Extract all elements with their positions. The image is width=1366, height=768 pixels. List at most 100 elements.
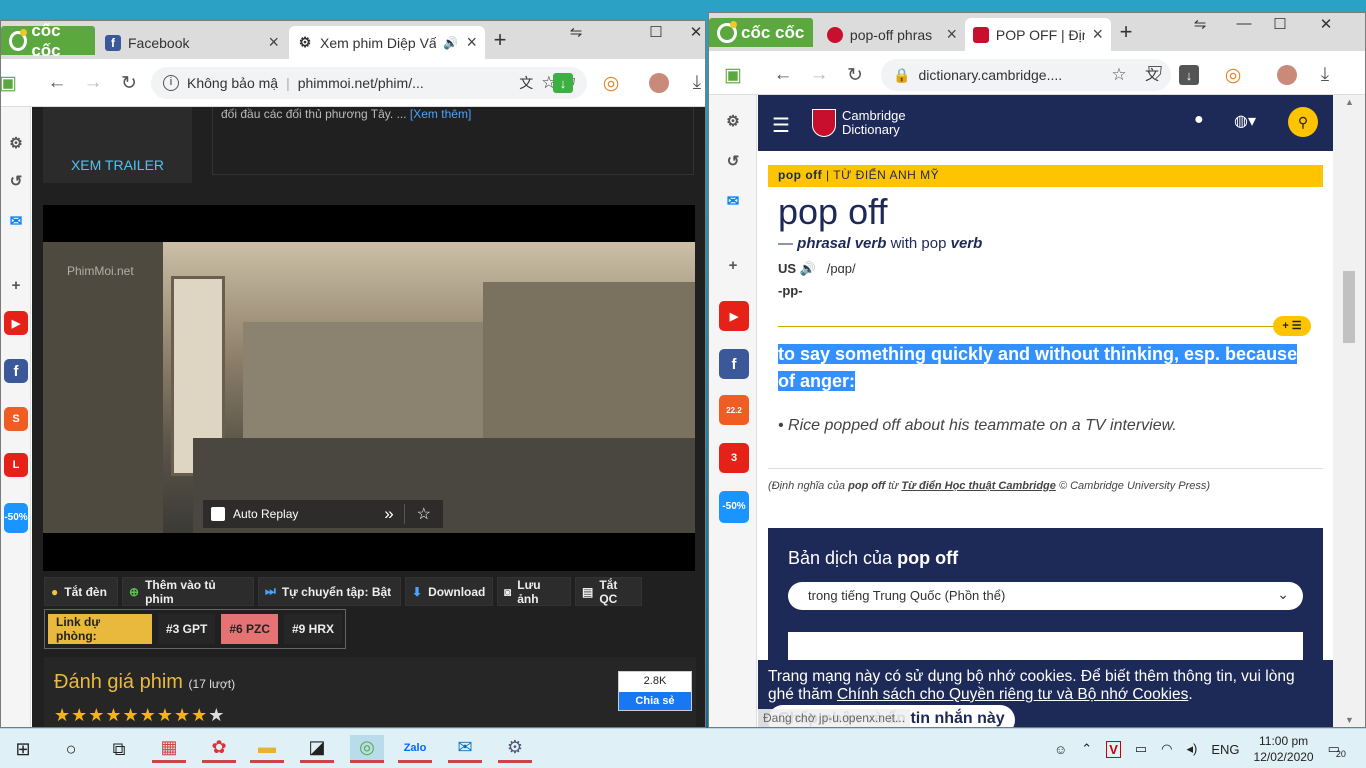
download-button[interactable]: ⬇ Download [405, 577, 493, 606]
screenshot-button[interactable]: ◙ Lưu ảnh [497, 577, 571, 606]
search-icon[interactable]: ○ [54, 735, 88, 763]
close-tab-icon[interactable]: × [466, 32, 477, 53]
movie-poster[interactable]: XEM TRAILER [43, 107, 192, 183]
download-green-icon[interactable]: ↓ [553, 73, 573, 93]
vietkey-icon[interactable]: V [1106, 740, 1121, 758]
star-empty-icon[interactable]: ★ [208, 705, 225, 725]
clock[interactable]: 11:00 pm 12/02/2020 [1254, 733, 1314, 765]
trailer-button[interactable]: XEM TRAILER [43, 157, 192, 173]
scrollbar[interactable]: ▲ ▼ [1333, 95, 1365, 727]
privacy-policy-link[interactable]: Chính sách cho Quyền riêng tư và Bộ nhớ … [837, 686, 1188, 703]
star-filled-icon[interactable]: ★★★★★★★★★ [54, 705, 208, 725]
avatar[interactable] [649, 73, 669, 93]
video-frame[interactable]: PhimMoi.net Auto Replay » ☆ [43, 242, 695, 533]
lock-icon[interactable]: 🔒 [893, 67, 910, 84]
restore-tabs-button[interactable]: ⇋ [1185, 15, 1215, 33]
add-to-cabinet-button[interactable]: ⊕ Thêm vào tủ phim [122, 577, 254, 606]
back-button[interactable]: ← [45, 71, 69, 95]
speaker-icon[interactable]: 🔊 [443, 36, 458, 50]
add-to-list-button[interactable]: + ☰ [1273, 316, 1311, 336]
coccoc-extension-icon[interactable]: ◎ [599, 71, 623, 95]
forward-button[interactable]: → [81, 71, 105, 95]
new-tab-button[interactable]: + [1111, 19, 1141, 45]
rating-stars[interactable]: ★★★★★★★★★★ [54, 705, 225, 726]
add-icon[interactable]: + [4, 273, 28, 297]
backup-link-hrx[interactable]: #9 HRX [284, 614, 343, 644]
sidebar-toggle-icon[interactable]: ▣ [1, 71, 17, 95]
tab-facebook[interactable]: f Facebook × [97, 26, 287, 59]
translate-icon[interactable]: 文 [519, 73, 533, 93]
add-icon[interactable]: + [721, 253, 745, 277]
back-button[interactable]: ← [771, 63, 795, 87]
close-tab-icon[interactable]: × [946, 24, 957, 45]
star-icon[interactable]: ☆ [1107, 63, 1131, 87]
menu-icon[interactable]: ☰ [772, 113, 790, 138]
adblock-icon[interactable]: ⛉ [1143, 63, 1167, 87]
video-player[interactable]: PhimMoi.net Auto Replay » ☆ [43, 205, 695, 571]
url-text[interactable]: dictionary.cambridge.... [918, 67, 1062, 83]
file-explorer-icon[interactable]: ▬ [250, 735, 284, 763]
language-globe-icon[interactable]: ◍▾ [1234, 111, 1256, 131]
minimize-button[interactable]: — [1229, 15, 1259, 32]
info-icon[interactable]: i [163, 75, 179, 91]
read-more-link[interactable]: [Xem thêm] [410, 107, 471, 121]
auto-next-button[interactable]: ⏭ Tự chuyển tập: Bật [258, 577, 401, 606]
outlook-icon[interactable]: ✉ [448, 735, 482, 763]
start-button[interactable]: ⊞ [6, 735, 40, 763]
history-icon[interactable]: ↺ [4, 169, 28, 193]
scrollbar-thumb[interactable] [1343, 271, 1355, 343]
close-window-button[interactable]: ✕ [681, 23, 705, 41]
facebook-share[interactable]: 2.8K Chia sẻ [618, 671, 692, 711]
audio-speaker-icon[interactable]: 🔊 [800, 261, 816, 276]
settings-icon[interactable]: ⚙ [721, 109, 745, 133]
backup-link-pzc[interactable]: #6 PZC [221, 614, 278, 644]
youtube-icon[interactable]: ▶ [4, 311, 28, 335]
zalo-icon[interactable]: Zalo [398, 735, 432, 763]
lazada-icon[interactable]: L [4, 453, 28, 477]
favorite-star-icon[interactable]: ☆ [405, 504, 443, 524]
credit-source-link[interactable]: Từ điển Học thuật Cambridge [901, 480, 1056, 492]
history-icon[interactable]: ↺ [721, 149, 745, 173]
people-icon[interactable]: ☺ [1054, 742, 1067, 757]
lights-off-button[interactable]: ● Tắt đèn [44, 577, 118, 606]
facebook-icon[interactable]: f [4, 359, 28, 383]
downloads-icon[interactable]: ⤓ [1313, 63, 1337, 87]
user-icon[interactable]: ● [1194, 111, 1204, 129]
messenger-icon[interactable]: ✉ [4, 209, 28, 233]
app-icon-1[interactable]: ▦ [152, 735, 186, 763]
app-icon-2[interactable]: ✿ [202, 735, 236, 763]
notification-icon[interactable]: ▭ 20 [1328, 741, 1346, 759]
reload-button[interactable]: ↻ [843, 63, 867, 87]
wifi-icon[interactable]: ◠ [1161, 741, 1172, 757]
close-tab-icon[interactable]: × [1092, 24, 1103, 45]
lazada-icon[interactable]: 3 [719, 443, 749, 473]
tab-pop-off-phrase[interactable]: pop-off phras × [819, 18, 965, 51]
minimize-button[interactable]: ⇋ [561, 23, 591, 41]
maximize-button[interactable]: ☐ [1265, 15, 1295, 33]
downloads-icon[interactable]: ⤓ [685, 71, 705, 95]
youtube-icon[interactable]: ▶ [719, 301, 749, 331]
coccoc-taskbar-icon[interactable]: ◎ [350, 735, 384, 763]
tab-cambridge[interactable]: POP OFF | Địn × [965, 18, 1111, 51]
maximize-button[interactable]: ☐ [641, 23, 671, 41]
download-extension-icon[interactable]: ↓ [1179, 65, 1199, 85]
close-tab-icon[interactable]: × [268, 32, 279, 53]
url-text[interactable]: phimmoi.net/phim/... [298, 75, 424, 91]
avatar[interactable] [1277, 65, 1297, 85]
scroll-up-icon[interactable]: ▲ [1345, 97, 1354, 107]
search-icon[interactable]: ⚲ [1288, 107, 1318, 137]
next-episode-icon[interactable]: » [374, 504, 405, 524]
tab-phimmoi[interactable]: ⚙ Xem phim Diệp Vấ 🔊 × [289, 26, 485, 59]
coccoc-brand[interactable]: cốc cốc [709, 18, 813, 47]
chevron-up-icon[interactable]: ⌃ [1081, 741, 1092, 757]
app-icon-3[interactable]: ◪ [300, 735, 334, 763]
share-button[interactable]: Chia sẻ [619, 692, 691, 710]
cambridge-logo[interactable]: Cambridge Dictionary [812, 109, 906, 137]
volume-icon[interactable]: ◂) [1187, 741, 1198, 757]
messenger-icon[interactable]: ✉ [721, 189, 745, 213]
shopee-icon[interactable]: 22.2 [719, 395, 749, 425]
language-select[interactable]: trong tiếng Trung Quốc (Phồn thể) ⌄ [788, 582, 1303, 610]
address-bar[interactable]: i Không bảo mậ | phimmoi.net/phim/... 文 … [151, 67, 587, 99]
shopee-icon[interactable]: S [4, 407, 28, 431]
ads-off-button[interactable]: ▤ Tắt QC [575, 577, 642, 606]
